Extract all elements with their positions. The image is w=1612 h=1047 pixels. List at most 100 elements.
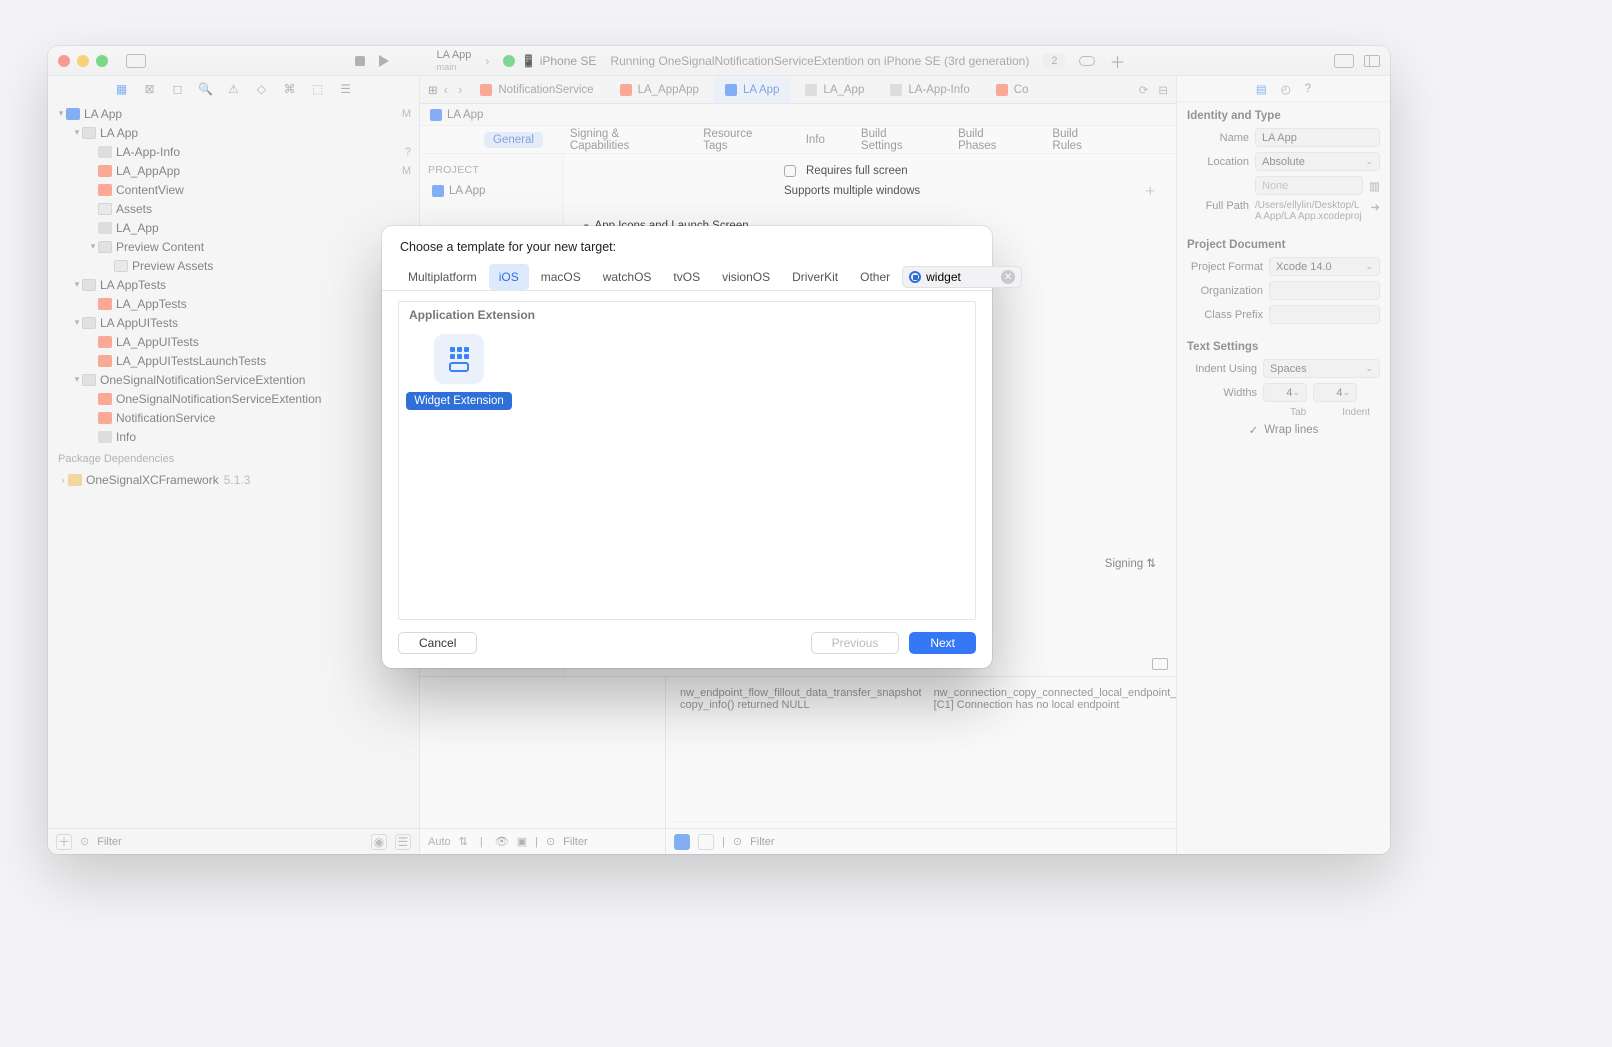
project-tree[interactable]: ▾LA AppM▾LA App›LA-App-Info?›LA_AppAppM›…: [48, 102, 419, 443]
navigator-filter-input[interactable]: [97, 836, 363, 848]
help-inspector-icon[interactable]: ?: [1305, 83, 1311, 95]
filter-icon[interactable]: ⊙: [733, 835, 742, 848]
tree-row[interactable]: ▾LA AppM: [48, 104, 419, 123]
platform-tab[interactable]: visionOS: [712, 264, 780, 290]
report-icon[interactable]: ☰: [339, 82, 353, 96]
scm-filter-icon[interactable]: ☰: [395, 834, 411, 850]
tree-row[interactable]: ›LA_App: [48, 218, 419, 237]
breakpoint-icon[interactable]: ⬚: [311, 82, 325, 96]
wrap-checkbox-icon[interactable]: ✓: [1249, 423, 1259, 437]
template-search-wrap[interactable]: ✕: [902, 266, 1022, 288]
tree-row[interactable]: ▾OneSignalNotificationServiceExtention: [48, 370, 419, 389]
assistant-icon[interactable]: ⊟: [1158, 83, 1168, 97]
scope-icon[interactable]: ⊙: [80, 835, 89, 848]
minimap-icon[interactable]: [1152, 658, 1168, 670]
platform-tab[interactable]: Other: [850, 264, 900, 290]
clear-icon[interactable]: ✕: [1001, 270, 1015, 284]
editor-tab[interactable]: Co: [984, 76, 1041, 103]
chevron-icon[interactable]: ▾: [88, 241, 98, 252]
issue-icon[interactable]: ⚠: [227, 82, 241, 96]
tree-row[interactable]: ›OneSignalNotificationServiceExtention: [48, 389, 419, 408]
settings-tab[interactable]: Build Phases: [949, 126, 1025, 154]
grid-icon[interactable]: ⊞: [428, 83, 438, 97]
settings-tab[interactable]: Build Rules: [1043, 126, 1112, 154]
tree-row[interactable]: ›LA_AppUITests: [48, 332, 419, 351]
tree-row[interactable]: ›ContentView: [48, 180, 419, 199]
classprefix-field[interactable]: [1269, 305, 1380, 324]
file-inspector-icon[interactable]: ▤: [1256, 82, 1267, 96]
window-traffic-lights[interactable]: [58, 55, 108, 67]
tree-row[interactable]: ›NotificationService: [48, 408, 419, 427]
settings-tab[interactable]: Build Settings: [852, 126, 931, 154]
run-icon[interactable]: [379, 55, 389, 67]
location-sub-field[interactable]: None: [1255, 176, 1363, 195]
add-row-icon[interactable]: ＋: [1145, 183, 1157, 199]
platform-tab[interactable]: watchOS: [593, 264, 662, 290]
chevron-icon[interactable]: ▾: [72, 317, 82, 328]
editor-tab[interactable]: LA-App-Info: [878, 76, 981, 103]
zoom-icon[interactable]: [96, 55, 108, 67]
variables-view[interactable]: Auto ⇅ | 👁 ▣ | ⊙: [420, 677, 666, 854]
test-icon[interactable]: ◇: [255, 82, 269, 96]
add-icon[interactable]: ＋: [1109, 49, 1125, 73]
chevron-icon[interactable]: ▾: [72, 127, 82, 138]
breadcrumb[interactable]: LA App: [420, 104, 1176, 126]
eye-icon[interactable]: 👁: [495, 835, 509, 848]
tree-row[interactable]: ▾Preview Content: [48, 237, 419, 256]
tree-row[interactable]: ›LA_AppAppM: [48, 161, 419, 180]
tree-row[interactable]: ▾LA AppTests: [48, 275, 419, 294]
chevron-icon[interactable]: ▾: [72, 279, 82, 290]
close-icon[interactable]: [58, 55, 70, 67]
history-inspector-icon[interactable]: ◴: [1281, 82, 1291, 96]
refresh-icon[interactable]: ⟳: [1139, 83, 1149, 97]
editor-tab[interactable]: LA_AppApp: [608, 76, 711, 103]
nav-back-icon[interactable]: ‹: [440, 82, 452, 97]
template-search-input[interactable]: [926, 270, 996, 284]
settings-tab[interactable]: General: [484, 132, 543, 148]
platform-tab[interactable]: iOS: [489, 264, 529, 290]
navigator-toggle-icon[interactable]: [126, 54, 146, 68]
library-icon[interactable]: [1334, 54, 1354, 68]
tree-row[interactable]: ›LA-App-Info?: [48, 142, 419, 161]
template-widget-extension[interactable]: Widget Extension: [413, 334, 505, 410]
editor-tab[interactable]: NotificationService: [468, 76, 605, 103]
previous-button[interactable]: Previous: [811, 632, 900, 654]
inspector-selector[interactable]: ▤ ◴ ?: [1177, 76, 1390, 102]
source-control-icon[interactable]: ⊠: [143, 82, 157, 96]
folder-icon[interactable]: ▦: [115, 82, 129, 96]
add-target-button[interactable]: ＋: [56, 834, 72, 850]
chevron-updown-icon[interactable]: ⇅: [1146, 558, 1156, 570]
settings-tab[interactable]: Signing & Capabilities: [561, 126, 676, 154]
find-icon[interactable]: 🔍: [199, 82, 213, 96]
bookmark-icon[interactable]: ◻: [171, 82, 185, 96]
tree-row[interactable]: ▾LA App: [48, 123, 419, 142]
platform-tabs[interactable]: MultiplatformiOSmacOSwatchOStvOSvisionOS…: [382, 264, 992, 291]
tree-row[interactable]: ›Info: [48, 427, 419, 443]
filter-icon[interactable]: ⊙: [546, 835, 555, 848]
stop-icon[interactable]: [355, 56, 365, 66]
console-output-icon[interactable]: [674, 834, 690, 850]
platform-tab[interactable]: Multiplatform: [398, 264, 487, 290]
format-select[interactable]: Xcode 14.0⌄: [1269, 257, 1380, 276]
reveal-icon[interactable]: ➜: [1370, 200, 1380, 214]
chevron-icon[interactable]: ▾: [56, 108, 66, 119]
settings-tab[interactable]: Resource Tags: [694, 126, 779, 154]
console-metadata-icon[interactable]: [698, 834, 714, 850]
settings-tab[interactable]: Info: [797, 132, 834, 148]
name-field[interactable]: LA App: [1255, 128, 1380, 147]
tree-row[interactable]: ›Assets: [48, 199, 419, 218]
chevron-updown-icon[interactable]: ⇅: [459, 835, 468, 848]
folder-browse-icon[interactable]: ▥: [1369, 179, 1380, 193]
scheme-button[interactable]: LA App main: [437, 49, 472, 71]
quicklook-icon[interactable]: ▣: [517, 835, 527, 848]
cancel-button[interactable]: Cancel: [398, 632, 477, 654]
organization-field[interactable]: [1269, 281, 1380, 300]
auto-scope-button[interactable]: Auto: [428, 836, 451, 848]
tab-width-stepper[interactable]: 4 ⌄: [1263, 383, 1307, 402]
tree-row[interactable]: ›Preview Assets: [48, 256, 419, 275]
tree-row[interactable]: ›LA_AppTests: [48, 294, 419, 313]
recent-icon[interactable]: ◉: [371, 834, 387, 850]
tree-row[interactable]: ›LA_AppUITestsLaunchTests: [48, 351, 419, 370]
inspector-toggle-icon[interactable]: [1364, 55, 1380, 67]
package-item[interactable]: › OneSignalXCFramework 5.1.3: [48, 471, 419, 490]
